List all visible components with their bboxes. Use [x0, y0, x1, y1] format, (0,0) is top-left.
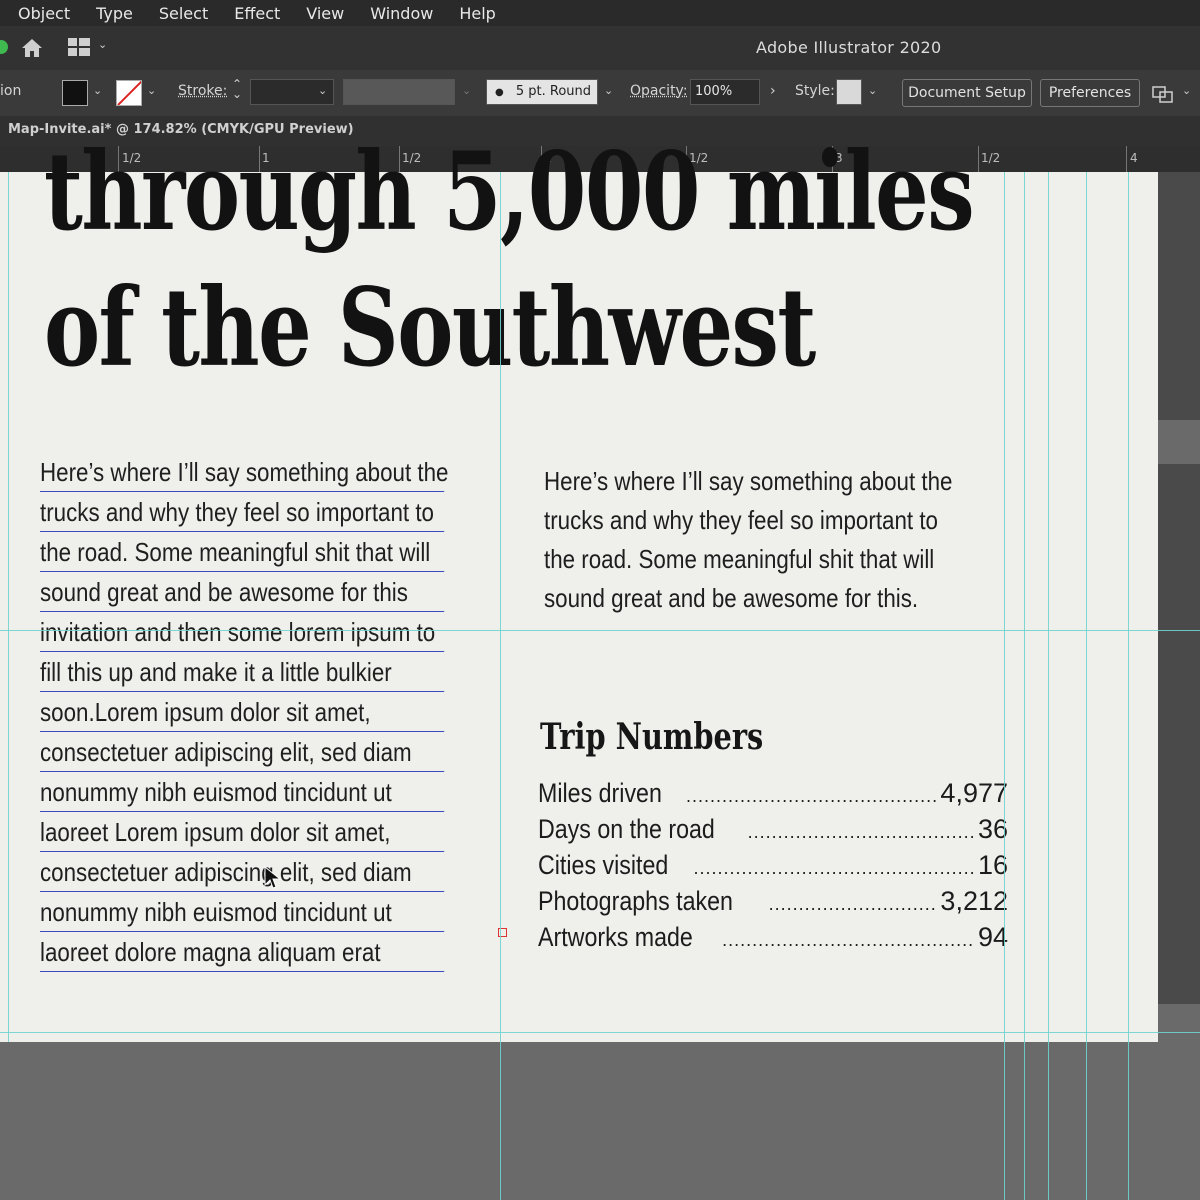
guide-line[interactable]: [1086, 172, 1087, 1200]
text-line: trucks and why they feel so important to: [544, 505, 938, 535]
pointer-cursor-icon: [264, 866, 282, 889]
style-dropdown-icon[interactable]: ⌄: [868, 84, 877, 97]
text-line: nonummy nibh euismod tincidunt ut: [40, 894, 445, 932]
trip-row-value: 3,212: [940, 886, 1008, 916]
text-line: the road. Some meaningful shit that will: [40, 534, 445, 572]
adjacent-artboard: [1158, 464, 1200, 1004]
canvas[interactable]: through 5,000 miles of the Southwest Her…: [0, 138, 1200, 1200]
guide-line[interactable]: [1048, 172, 1049, 1200]
dot-leader: ........................................…: [768, 894, 937, 914]
home-icon[interactable]: [20, 36, 44, 60]
text-line: laoreet Lorem ipsum dolor sit amet,: [40, 814, 445, 852]
stroke-weight-stepper[interactable]: ⌃ ⌄: [232, 78, 242, 100]
text-line: the road. Some meaningful shit that will: [544, 544, 935, 574]
application-bar: ⌄ Adobe Illustrator 2020: [0, 26, 1200, 70]
trip-row: Days on the road .......................…: [538, 814, 1008, 850]
style-label: Style:: [795, 83, 835, 99]
menu-object[interactable]: Object: [18, 4, 70, 23]
stroke-dropdown-icon[interactable]: ⌄: [147, 84, 156, 97]
text-line: nonummy nibh euismod tincidunt ut: [40, 774, 445, 812]
guide-line[interactable]: [8, 172, 9, 1042]
headline-line-2[interactable]: of the Southwest: [44, 274, 816, 382]
text-line: trucks and why they feel so important to: [40, 494, 445, 532]
brush-definition[interactable]: ● 5 pt. Round: [486, 79, 598, 105]
preferences-button[interactable]: Preferences: [1040, 79, 1140, 107]
guide-line[interactable]: [1128, 172, 1129, 1200]
menu-type[interactable]: Type: [96, 4, 133, 23]
trip-row: Artworks made ..........................…: [538, 922, 1008, 958]
guide-line[interactable]: [1024, 172, 1025, 1200]
menu-effect[interactable]: Effect: [234, 4, 280, 23]
opacity-input[interactable]: 100%: [690, 79, 760, 105]
brush-label: 5 pt. Round: [515, 84, 592, 99]
menu-help[interactable]: Help: [459, 4, 495, 23]
text-line: fill this up and make it a little bulkie…: [40, 654, 445, 692]
trip-row-label: Photographs taken: [538, 886, 733, 916]
app-title: Adobe Illustrator 2020: [756, 38, 942, 57]
adjacent-artboard: [1158, 172, 1200, 420]
trip-numbers-list[interactable]: Miles driven ...........................…: [538, 778, 1008, 958]
arrange-dropdown-icon[interactable]: ⌄: [1182, 84, 1191, 97]
dot-leader: ........................................…: [686, 786, 936, 806]
dot-leader: ........................................…: [693, 858, 974, 878]
text-line: Here’s where I’ll say something about th…: [544, 466, 953, 496]
text-line: invitation and then some lorem ipsum to: [40, 614, 445, 652]
brush-dropdown-icon[interactable]: ⌄: [604, 84, 613, 97]
text-line: laoreet dolore magna aliquam erat: [40, 934, 445, 972]
stroke-swatch[interactable]: [116, 80, 142, 106]
artboard[interactable]: through 5,000 miles of the Southwest Her…: [0, 138, 1158, 1042]
headline-line-1[interactable]: through 5,000 miles: [44, 138, 975, 246]
opacity-label[interactable]: Opacity:: [630, 83, 688, 99]
menu-bar: Object Type Select Effect View Window He…: [0, 0, 1200, 26]
text-line: consectetuer adipiscing elit, sed diam: [40, 854, 445, 892]
text-line: soon.Lorem ipsum dolor sit amet,: [40, 694, 445, 732]
brush-dot-icon: ●: [495, 87, 504, 98]
control-label: ion: [0, 83, 22, 99]
window-control-dot[interactable]: [0, 40, 8, 54]
arrange-documents-icon[interactable]: [1152, 84, 1174, 104]
dot-leader: ........................................…: [747, 822, 974, 842]
menu-view[interactable]: View: [306, 4, 344, 23]
stroke-label[interactable]: Stroke:: [178, 83, 227, 99]
trip-row-label: Artworks made: [538, 922, 693, 952]
ruler-label: 1/2: [981, 151, 1001, 165]
trip-row-label: Days on the road: [538, 814, 715, 844]
trip-row: Cities visited .........................…: [538, 850, 1008, 886]
text-line: Here’s where I’ll say something about th…: [40, 454, 449, 492]
variable-width-profile[interactable]: [343, 79, 455, 105]
fill-dropdown-icon[interactable]: ⌄: [93, 84, 102, 97]
opacity-arrow-icon[interactable]: ›: [770, 83, 776, 99]
menu-window[interactable]: Window: [370, 4, 433, 23]
text-line: consectetuer adipiscing elit, sed diam: [40, 734, 445, 772]
chevron-down-icon[interactable]: ⌄: [98, 38, 107, 51]
text-line: sound great and be awesome for this: [40, 574, 445, 612]
trip-numbers-heading[interactable]: Trip Numbers: [540, 716, 763, 758]
trip-row-label: Cities visited: [538, 850, 669, 880]
dot-leader: ........................................…: [722, 930, 974, 950]
control-bar: ion ⌄ ⌄ Stroke: ⌃ ⌄ ⌄ ⌄ ● 5 pt. Round ⌄ O…: [0, 70, 1200, 116]
ruler-tick: [1126, 146, 1127, 172]
stroke-weight-dropdown-icon[interactable]: ⌄: [318, 84, 327, 97]
guide-line[interactable]: [0, 1032, 1200, 1033]
profile-dropdown-icon[interactable]: ⌄: [462, 84, 471, 97]
ruler-label: 4: [1130, 151, 1138, 165]
fill-swatch[interactable]: [62, 80, 88, 106]
workspace-switcher-icon[interactable]: [68, 38, 90, 56]
left-text-frame[interactable]: Here’s where I’ll say something about th…: [40, 454, 510, 974]
guide-line[interactable]: [1004, 172, 1005, 1200]
guide-line[interactable]: [0, 630, 1200, 631]
trip-row: Photographs taken ......................…: [538, 886, 1008, 922]
style-swatch[interactable]: [836, 79, 862, 105]
text-line: sound great and be awesome for this.: [544, 583, 919, 613]
document-setup-button[interactable]: Document Setup: [902, 79, 1032, 107]
trip-row: Miles driven ...........................…: [538, 778, 1008, 814]
guide-line[interactable]: [500, 172, 501, 1200]
ruler-tick: [978, 146, 979, 172]
trip-row-label: Miles driven: [538, 778, 662, 808]
right-text-frame[interactable]: Here’s where I’ll say something about th…: [544, 462, 1044, 618]
trip-row-value: 4,977: [940, 778, 1008, 808]
menu-select[interactable]: Select: [159, 4, 208, 23]
